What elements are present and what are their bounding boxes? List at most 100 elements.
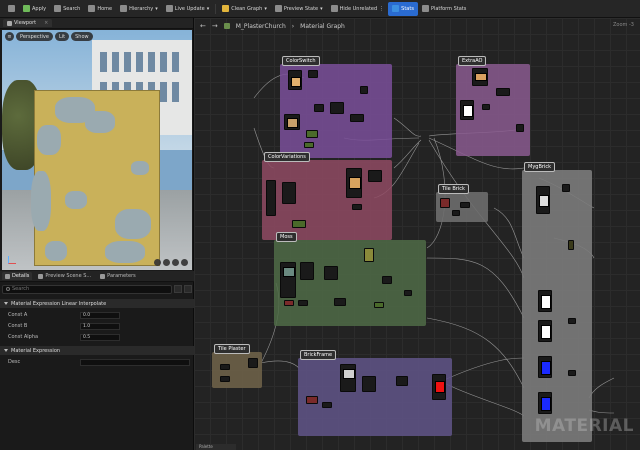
graph-node[interactable] xyxy=(538,356,552,378)
graph-node[interactable] xyxy=(330,102,344,114)
graph-node[interactable] xyxy=(340,364,356,392)
graph-node[interactable] xyxy=(538,392,552,414)
graph-node[interactable] xyxy=(350,114,364,122)
sphere-preview-icon[interactable] xyxy=(154,259,161,266)
graph-node[interactable] xyxy=(568,240,574,250)
cube-preview-icon[interactable] xyxy=(172,259,179,266)
graph-node[interactable] xyxy=(280,262,296,298)
settings-gear-button[interactable] xyxy=(184,285,192,293)
graph-node[interactable] xyxy=(298,300,308,306)
const-b-field[interactable]: 1.0 xyxy=(80,322,120,330)
chevron-down-icon: ▾ xyxy=(206,5,210,12)
comment-mygbrick[interactable]: MygBrick xyxy=(522,162,592,442)
clean-graph-icon xyxy=(222,5,230,12)
graph-node[interactable] xyxy=(538,290,552,312)
comment-extraao[interactable]: ExtraAO xyxy=(456,56,530,156)
comment-colorswitch[interactable]: ColorSwitch xyxy=(280,56,392,158)
stats-button[interactable]: Stats xyxy=(388,1,418,16)
lit-button[interactable]: Lit xyxy=(54,32,70,41)
graph-node[interactable] xyxy=(562,184,570,192)
graph-node[interactable] xyxy=(306,396,318,404)
graph-node[interactable] xyxy=(538,320,552,342)
const-alpha-field[interactable]: 0.5 xyxy=(80,333,120,341)
hierarchy-button[interactable]: Hierarchy ▾ xyxy=(116,2,162,16)
graph-node[interactable] xyxy=(284,300,294,306)
hide-unrelated-button[interactable]: Hide Unrelated ⋮ xyxy=(327,2,389,16)
graph-node[interactable] xyxy=(324,266,338,280)
graph-node[interactable] xyxy=(396,376,408,386)
details-search-input[interactable]: Search xyxy=(2,284,172,294)
comment-colorvariations[interactable]: ColorVariations xyxy=(262,152,392,240)
graph-node[interactable] xyxy=(496,88,510,96)
graph-node[interactable] xyxy=(568,318,576,324)
graph-node[interactable] xyxy=(292,220,306,228)
graph-node[interactable] xyxy=(368,170,382,182)
section-lerp[interactable]: Material Expression Linear Interpolate xyxy=(0,299,194,308)
material-editor: Apply Search Home Hierarchy ▾ Live Update… xyxy=(0,0,640,450)
desc-field[interactable] xyxy=(80,358,190,366)
stats-icon xyxy=(392,5,400,12)
const-a-field[interactable]: 0.0 xyxy=(80,311,120,319)
tab-details[interactable]: Details xyxy=(2,272,33,280)
perspective-button[interactable]: Perspective xyxy=(16,32,53,41)
graph-node[interactable] xyxy=(284,114,300,130)
tab-parameters[interactable]: Parameters xyxy=(97,272,139,280)
graph-node[interactable] xyxy=(304,142,314,148)
graph-node[interactable] xyxy=(306,130,318,138)
graph-node[interactable] xyxy=(536,186,550,214)
grid-view-button[interactable] xyxy=(174,285,182,293)
graph-node[interactable] xyxy=(472,68,488,86)
tab-preview-scene-settings[interactable]: Preview Scene S... xyxy=(35,272,94,280)
graph-node[interactable] xyxy=(266,180,276,216)
graph-node[interactable] xyxy=(404,290,412,296)
live-update-button[interactable]: Live Update ▾ xyxy=(162,2,213,16)
graph-node[interactable] xyxy=(322,402,332,408)
plane-preview-icon[interactable] xyxy=(163,259,170,266)
search-button[interactable]: Search xyxy=(50,2,84,16)
preview-viewport[interactable]: ≡ Perspective Lit Show xyxy=(2,30,192,270)
show-button[interactable]: Show xyxy=(71,32,93,41)
viewport-options-button[interactable]: ≡ xyxy=(5,32,14,41)
graph-node[interactable] xyxy=(364,248,374,262)
apply-button[interactable]: Apply xyxy=(19,2,50,16)
graph-node[interactable] xyxy=(308,70,318,78)
teapot-preview-icon[interactable] xyxy=(181,259,188,266)
graph-node[interactable] xyxy=(334,298,346,306)
graph-node[interactable] xyxy=(568,370,576,376)
graph-node[interactable] xyxy=(460,202,470,208)
comment-tilebrick[interactable]: Tile Brick xyxy=(436,184,488,222)
clean-graph-button[interactable]: Clean Graph ▾ xyxy=(218,2,271,16)
graph-node[interactable] xyxy=(288,70,302,90)
graph-node[interactable] xyxy=(460,100,474,120)
graph-node[interactable] xyxy=(432,374,446,400)
graph-node[interactable] xyxy=(374,302,384,308)
platform-stats-button[interactable]: Platform Stats xyxy=(418,2,470,16)
graph-node[interactable] xyxy=(516,124,524,132)
palette-tab[interactable]: Palette xyxy=(196,444,236,450)
graph-node[interactable] xyxy=(282,182,296,204)
graph-node[interactable] xyxy=(452,210,460,216)
section-material-expression[interactable]: Material Expression xyxy=(0,346,194,355)
graph-node[interactable] xyxy=(382,276,392,284)
graph-node[interactable] xyxy=(300,262,314,280)
graph-node[interactable] xyxy=(220,376,230,382)
preview-state-button[interactable]: Preview State ▾ xyxy=(271,2,327,16)
comment-tileplaster[interactable]: Tile Plaster xyxy=(212,344,262,388)
graph-node[interactable] xyxy=(352,204,362,210)
graph-node[interactable] xyxy=(220,364,230,370)
graph-node[interactable] xyxy=(314,104,324,112)
graph-node[interactable] xyxy=(248,358,258,368)
tab-viewport[interactable]: Viewport × xyxy=(3,19,53,27)
close-icon[interactable]: × xyxy=(44,20,48,26)
home-button[interactable]: Home xyxy=(84,2,116,16)
comment-brickframe[interactable]: BrickFrame xyxy=(298,350,452,436)
comment-moss[interactable]: Moss xyxy=(274,232,426,326)
material-graph[interactable]: ← → M_PlasterChurch › Material Graph Zoo… xyxy=(194,18,640,450)
save-button[interactable] xyxy=(4,2,19,16)
graph-node[interactable] xyxy=(362,376,376,392)
material-watermark: MATERIAL xyxy=(534,416,634,436)
graph-node[interactable] xyxy=(482,104,490,110)
graph-node[interactable] xyxy=(360,86,368,94)
graph-node[interactable] xyxy=(440,198,450,208)
graph-node[interactable] xyxy=(346,168,362,198)
